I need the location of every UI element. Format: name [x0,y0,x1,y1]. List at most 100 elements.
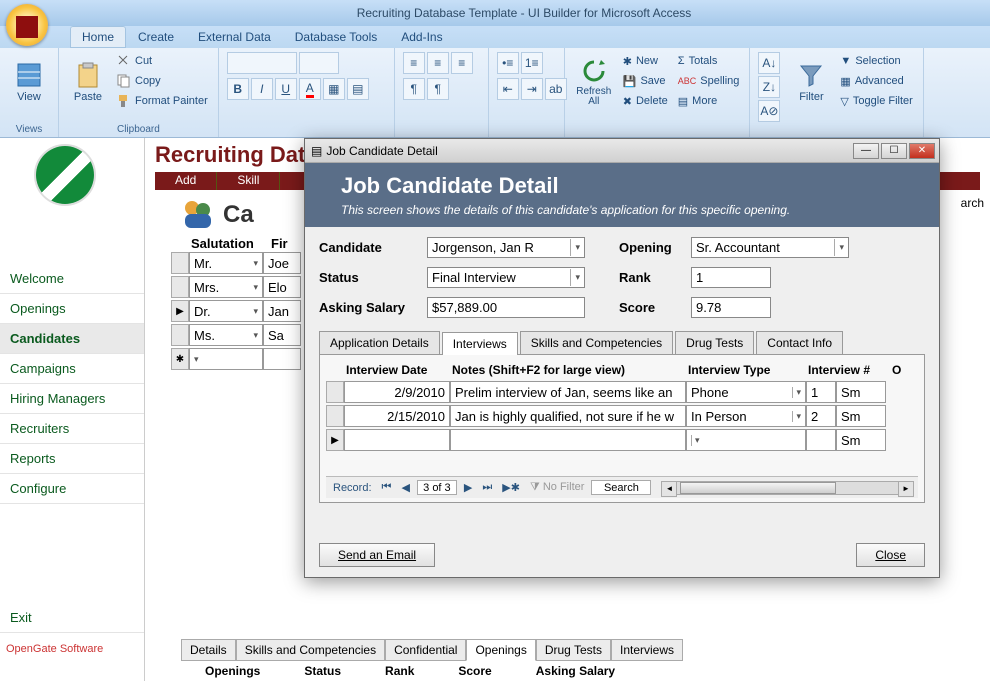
notes-cell[interactable] [450,429,686,451]
close-window-button[interactable]: ✕ [909,143,935,159]
sidebar-item-hiring-managers[interactable]: Hiring Managers [0,384,144,414]
row-selector[interactable]: ▶ [171,300,189,322]
asking-field[interactable]: $57,889.00 [427,297,585,318]
sort-desc-button[interactable]: Z↓ [758,76,780,98]
o-cell[interactable]: Sm [836,429,886,451]
banner-skill[interactable]: Skill [217,172,280,190]
sidebar-item-campaigns[interactable]: Campaigns [0,354,144,384]
sidebar-item-recruiters[interactable]: Recruiters [0,414,144,444]
filter-button[interactable]: Filter [790,52,832,112]
close-button[interactable]: Close [856,543,925,567]
sort-asc-button[interactable]: A↓ [758,52,780,74]
record-pos[interactable] [417,480,457,495]
bullets-button[interactable]: •≡ [497,52,519,74]
size-combo[interactable] [299,52,339,74]
search-box[interactable] [591,480,651,495]
notes-cell[interactable]: Prelim interview of Jan, seems like an [450,381,686,403]
send-email-button[interactable]: Send an Email [319,543,435,567]
num-cell[interactable] [806,429,836,451]
align-left-button[interactable]: ≡ [403,52,425,74]
status-combo[interactable]: Final Interview [427,267,585,288]
tab-confidential[interactable]: Confidential [385,639,466,661]
italic-button[interactable]: I [251,78,273,100]
numbering-button[interactable]: 1≡ [521,52,543,74]
tab-openings[interactable]: Openings [466,639,535,661]
maximize-button[interactable]: ☐ [881,143,907,159]
font-color-button[interactable]: A [299,78,321,100]
cut-button[interactable]: Cut [115,52,210,70]
rank-field[interactable]: 1 [691,267,771,288]
more-button[interactable]: ▤More [676,92,742,110]
salutation-cell[interactable]: Ms. [189,324,263,346]
office-button[interactable] [6,4,48,46]
last-record-button[interactable]: ⏭ [479,481,495,494]
tab-drugtests[interactable]: Drug Tests [675,331,754,354]
salutation-cell[interactable]: Mr. [189,252,263,274]
ribbon-tab-home[interactable]: Home [70,26,126,48]
ribbon-tab-dbtools[interactable]: Database Tools [283,26,390,48]
tab-drugtests[interactable]: Drug Tests [536,639,611,661]
tab-skills[interactable]: Skills and Competencies [236,639,385,661]
row-selector[interactable] [171,252,189,274]
first-cell[interactable]: Sa [263,324,301,346]
delete-button[interactable]: ✖Delete [621,92,670,110]
first-cell[interactable]: Joe [263,252,301,274]
salutation-cell[interactable] [189,348,263,370]
first-cell[interactable] [263,348,301,370]
sidebar-item-openings[interactable]: Openings [0,294,144,324]
format-painter-button[interactable]: Format Painter [115,92,210,110]
new-record-button[interactable]: ▶✱ [499,481,523,494]
num-cell[interactable]: 1 [806,381,836,403]
o-cell[interactable]: Sm [836,381,886,403]
tab-contact[interactable]: Contact Info [756,331,843,354]
type-cell[interactable]: Phone [686,381,806,403]
sidebar-item-exit[interactable]: Exit [0,603,144,633]
prev-record-button[interactable]: ◀ [398,481,412,494]
clear-sort-button[interactable]: A⊘ [758,100,780,122]
font-combo[interactable] [227,52,297,74]
first-record-button[interactable]: ⏮ [379,481,395,494]
rtl-button[interactable]: ¶ [427,78,449,100]
selection-button[interactable]: ▼Selection [838,52,914,70]
ribbon-tab-create[interactable]: Create [126,26,186,48]
outdent-button[interactable]: ⇤ [497,78,519,100]
gridlines-button[interactable]: ▤ [347,78,369,100]
row-selector[interactable] [326,381,344,403]
row-selector[interactable] [326,405,344,427]
date-cell[interactable]: 2/15/2010 [344,405,450,427]
opening-combo[interactable]: Sr. Accountant [691,237,849,258]
type-cell[interactable] [686,429,806,451]
advanced-button[interactable]: ▦Advanced [838,72,914,90]
next-record-button[interactable]: ▶ [461,481,475,494]
tab-skills[interactable]: Skills and Competencies [520,331,673,354]
ltr-button[interactable]: ¶ [403,78,425,100]
type-cell[interactable]: In Person [686,405,806,427]
scroll-thumb[interactable] [680,482,835,494]
row-selector[interactable]: ✱ [171,348,189,370]
refresh-button[interactable]: Refresh All [573,52,615,112]
salutation-cell[interactable]: Dr. [189,300,263,322]
date-cell[interactable]: 2/9/2010 [344,381,450,403]
underline-button[interactable]: U [275,78,297,100]
sidebar-item-candidates[interactable]: Candidates [0,324,144,354]
tab-interviews[interactable]: Interviews [442,332,518,355]
align-right-button[interactable]: ≡ [451,52,473,74]
sidebar-item-welcome[interactable]: Welcome [0,264,144,294]
copy-button[interactable]: Copy [115,72,210,90]
spelling-button[interactable]: ABCSpelling [676,72,742,90]
row-selector[interactable] [171,324,189,346]
view-button[interactable]: View [8,52,50,112]
row-selector[interactable]: ▶ [326,429,344,451]
num-cell[interactable]: 2 [806,405,836,427]
first-cell[interactable]: Jan [263,300,301,322]
tab-details[interactable]: Details [181,639,236,661]
h-scrollbar[interactable] [661,481,914,495]
paste-button[interactable]: Paste [67,52,109,112]
first-cell[interactable]: Elo [263,276,301,298]
toggle-filter-button[interactable]: ▽Toggle Filter [838,92,914,110]
salutation-cell[interactable]: Mrs. [189,276,263,298]
score-field[interactable]: 9.78 [691,297,771,318]
o-cell[interactable]: Sm [836,405,886,427]
totals-button[interactable]: ΣTotals [676,52,742,70]
ribbon-tab-external[interactable]: External Data [186,26,283,48]
